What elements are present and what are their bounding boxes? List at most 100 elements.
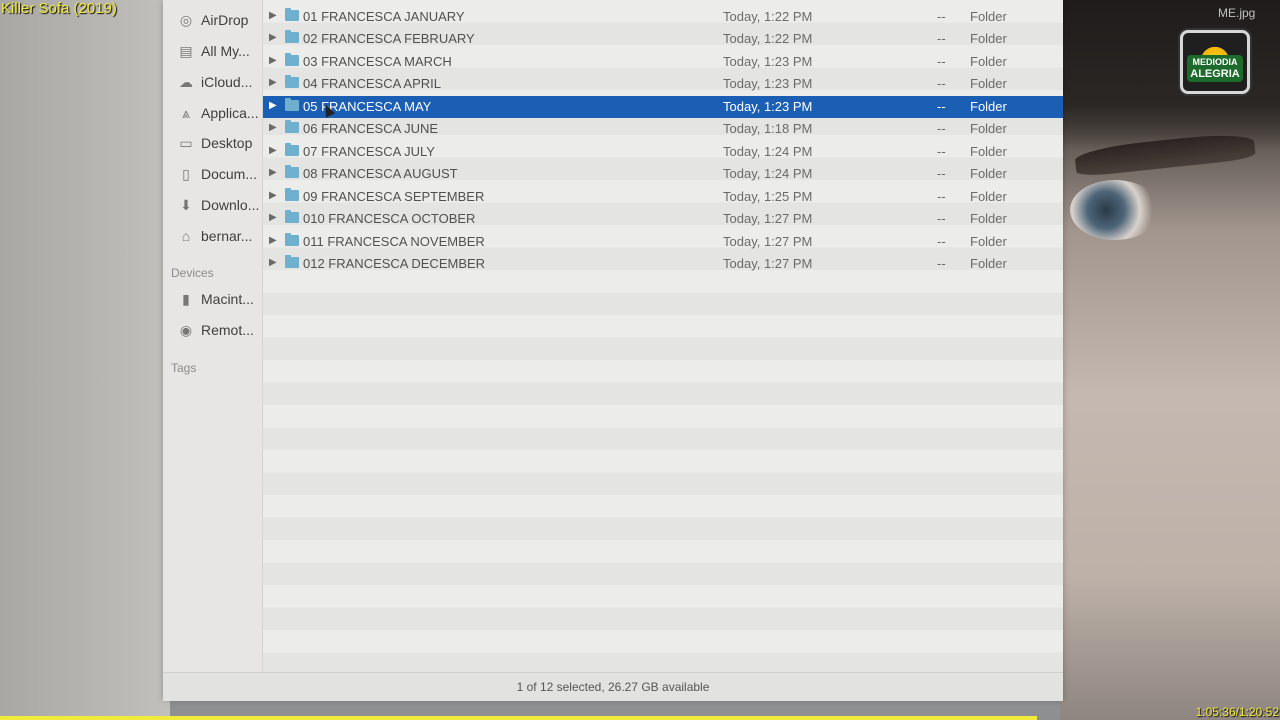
table-row[interactable]: ▶ 08 FRANCESCA AUGUST Today, 1:24 PM -- Fold… (263, 163, 1063, 185)
sidebar-item-5[interactable]: ▭ Desktop (177, 131, 261, 155)
file-size: -- (937, 255, 946, 271)
table-row[interactable]: ▶ 02 FRANCESCA FEBRUARY Today, 1:22 PM -- Fo… (263, 28, 1063, 50)
sidebar-item-8[interactable]: ⌂ bernar... (177, 224, 261, 248)
file-kind: Folder (970, 76, 1007, 92)
file-size: -- (937, 166, 946, 182)
disclosure-triangle-icon[interactable]: ▶ (269, 235, 277, 246)
file-size: -- (937, 211, 946, 227)
table-row[interactable]: ▶ 01 FRANCESCA JANUARY Today, 1:22 PM -- Fol… (263, 6, 1063, 28)
disclosure-triangle-icon[interactable]: ▶ (269, 257, 277, 268)
file-kind: Folder (970, 31, 1007, 47)
video-title: Killer Sofa (2019) (1, 0, 117, 17)
file-name: 03 FRANCESCA MARCH (303, 53, 452, 69)
file-date: Today, 1:27 PM (723, 211, 813, 227)
table-row[interactable]: ▶ 06 FRANCESCA JUNE Today, 1:18 PM -- Folder (263, 118, 1063, 140)
file-kind: Folder (970, 53, 1007, 69)
disclosure-triangle-icon[interactable]: ▶ (269, 100, 277, 111)
table-row[interactable]: ▶ 011 FRANCESCA NOVEMBER Today, 1:27 PM -- F… (263, 231, 1063, 253)
applications-icon: ⩓ (182, 104, 190, 121)
file-kind: Folder (970, 98, 1007, 114)
file-name: 011 FRANCESCA NOVEMBER (303, 233, 485, 249)
file-size: -- (937, 143, 946, 159)
disclosure-triangle-icon[interactable]: ▶ (269, 10, 277, 21)
logo-top-text: MEDIODIA (1192, 57, 1238, 67)
status-bar: 1 of 12 selected, 26.27 GB available (163, 672, 1063, 701)
sidebar-item-4[interactable]: ⩓ Applica... (177, 101, 261, 125)
file-date: Today, 1:18 PM (723, 121, 813, 137)
table-row[interactable]: ▶ 04 FRANCESCA APRIL Today, 1:23 PM -- Folde… (263, 73, 1063, 95)
file-size: -- (937, 233, 946, 249)
desktop-icon: ▭ (179, 134, 193, 151)
folder-icon (285, 75, 299, 89)
sidebar-device-2[interactable]: ◉ Remot... (177, 318, 261, 342)
sidebar-device-label: Macint... (201, 291, 254, 307)
disclosure-triangle-icon[interactable]: ▶ (269, 55, 277, 66)
table-row[interactable]: ▶ 05 FRANCESCA MAY Today, 1:23 PM -- Folder (263, 95, 1063, 118)
file-kind: Folder (970, 211, 1007, 227)
file-kind: Folder (970, 188, 1007, 204)
folder-icon (285, 142, 299, 156)
file-kind: Folder (970, 143, 1007, 159)
file-kind: Folder (970, 166, 1007, 182)
disclosure-triangle-icon[interactable]: ▶ (269, 167, 277, 178)
file-kind: Folder (970, 121, 1007, 137)
document-icon: ▯ (182, 165, 190, 182)
file-date: Today, 1:23 PM (723, 53, 813, 69)
sidebar-item-label: bernar... (201, 228, 253, 244)
devices-heading: Devices (171, 266, 214, 280)
background-left (0, 0, 170, 720)
disclosure-triangle-icon[interactable]: ▶ (269, 122, 277, 133)
table-row[interactable]: ▶ 012 FRANCESCA DECEMBER Today, 1:27 PM -- F… (263, 253, 1063, 275)
disclosure-triangle-icon[interactable]: ▶ (269, 32, 277, 43)
home-icon: ⌂ (181, 228, 191, 244)
sidebar-item-2[interactable]: ▤ All My... (177, 39, 261, 63)
folder-icon (285, 187, 299, 201)
folder-icon (285, 52, 299, 66)
airdrop-icon: ◎ (179, 11, 193, 28)
file-date: Today, 1:25 PM (723, 188, 813, 204)
file-size: -- (937, 121, 946, 137)
file-date: Today, 1:27 PM (723, 255, 813, 271)
file-date: Today, 1:23 PM (723, 76, 813, 92)
file-date: Today, 1:24 PM (723, 143, 813, 159)
sidebar-item-label: Downlo... (201, 197, 260, 213)
disclosure-triangle-icon[interactable]: ▶ (269, 145, 277, 156)
sidebar: ◎ AirDrop ▤ All My... ☁ iCloud... ⩓ Applica... ▭… (163, 0, 263, 672)
file-size: -- (937, 9, 946, 24)
hard-drive-icon: ▮ (182, 290, 190, 307)
file-date: Today, 1:27 PM (723, 233, 813, 249)
file-list: ▶ 01 FRANCESCA JANUARY Today, 1:22 PM -- Fol… (263, 0, 1063, 672)
table-row[interactable]: ▶ 010 FRANCESCA OCTOBER Today, 1:27 PM -- Fo… (263, 208, 1063, 230)
sidebar-item-label: Desktop (201, 135, 253, 151)
file-size: -- (937, 188, 946, 204)
file-name: 01 FRANCESCA JANUARY (303, 9, 465, 24)
video-progress-bar[interactable] (0, 716, 1037, 720)
file-kind: Folder (970, 9, 1007, 24)
sidebar-item-label: All My... (201, 43, 250, 59)
sidebar-item-6[interactable]: ▯ Docum... (177, 162, 261, 186)
file-name: 012 FRANCESCA DECEMBER (303, 255, 486, 271)
sidebar-item-3[interactable]: ☁ iCloud... (177, 70, 261, 94)
logo-main-text: ALEGRIA (1190, 68, 1240, 80)
file-name: 04 FRANCESCA APRIL (303, 76, 441, 92)
sidebar-item-1[interactable]: ◎ AirDrop (177, 8, 261, 32)
disclosure-triangle-icon[interactable]: ▶ (269, 212, 277, 223)
table-row[interactable]: ▶ 07 FRANCESCA JULY Today, 1:24 PM -- Folder (263, 141, 1063, 163)
table-row[interactable]: ▶ 09 FRANCESCA SEPTEMBER Today, 1:25 PM -- F… (263, 186, 1063, 208)
disclosure-triangle-icon[interactable]: ▶ (269, 77, 277, 88)
table-row[interactable]: ▶ 03 FRANCESCA MARCH Today, 1:23 PM -- Folde… (263, 51, 1063, 73)
folder-icon (285, 210, 299, 224)
logo-ribbon: MEDIODIA ALEGRIA (1187, 55, 1243, 82)
cloud-icon: ☁ (179, 73, 193, 90)
file-name: 02 FRANCESCA FEBRUARY (303, 31, 475, 47)
file-size: -- (937, 98, 946, 114)
file-size: -- (937, 53, 946, 69)
tags-heading: Tags (171, 361, 197, 375)
disclosure-triangle-icon[interactable]: ▶ (269, 190, 277, 201)
finder-window: ◎ AirDrop ▤ All My... ☁ iCloud... ⩓ Applica... ▭… (163, 0, 1063, 701)
sidebar-item-7[interactable]: ⬇ Downlo... (177, 193, 261, 217)
file-name: 010 FRANCESCA OCTOBER (303, 211, 476, 227)
file-size: -- (937, 76, 946, 92)
sidebar-device-1[interactable]: ▮ Macint... (177, 287, 261, 311)
file-size: -- (937, 31, 946, 47)
